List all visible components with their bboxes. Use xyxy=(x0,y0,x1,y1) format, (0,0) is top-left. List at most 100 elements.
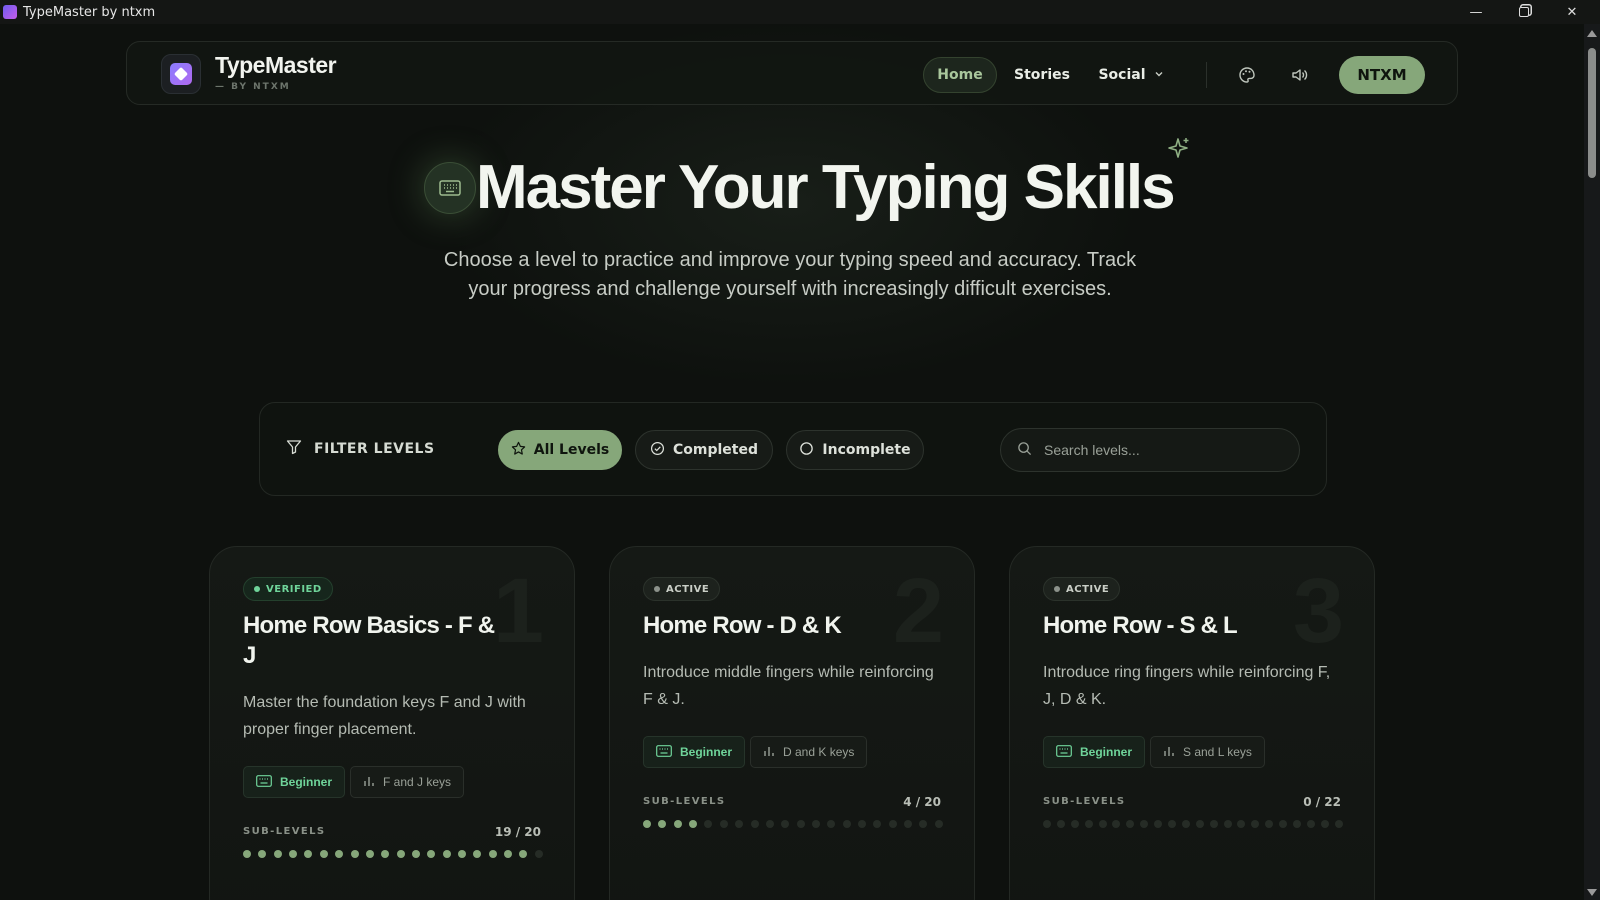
sub-level-dot xyxy=(673,820,682,828)
sub-level-dot xyxy=(811,820,820,828)
filter-all-levels[interactable]: All Levels xyxy=(498,430,622,470)
circle-icon xyxy=(799,441,814,460)
status-badge-label: ACTIVE xyxy=(666,583,710,595)
sub-levels-count: 19 / 20 xyxy=(494,825,541,839)
difficulty-tag: Beginner xyxy=(243,766,346,798)
volume-icon[interactable] xyxy=(1284,60,1314,90)
sub-level-dot xyxy=(1070,820,1079,828)
level-description: Introduce middle fingers while reinforci… xyxy=(643,664,934,708)
sub-level-dot xyxy=(858,820,867,828)
sub-level-dot xyxy=(1168,820,1177,828)
sub-level-progress xyxy=(643,820,943,828)
filter-incomplete[interactable]: Incomplete xyxy=(786,430,924,470)
bar-chart-icon xyxy=(363,775,375,790)
nav-social-label: Social xyxy=(1098,67,1146,83)
difficulty-tag: Beginner xyxy=(1043,736,1146,768)
keyboard-icon xyxy=(256,774,272,790)
sub-level-dot xyxy=(873,820,882,828)
difficulty-label: Beginner xyxy=(680,745,733,759)
sub-level-dot xyxy=(1320,820,1329,828)
search-box[interactable] xyxy=(1000,428,1300,472)
sub-level-dot xyxy=(473,850,482,858)
level-card-1[interactable]: 1 VERIFIED Home Row Basics - F & J Maste… xyxy=(209,546,575,900)
keys-tag: F and J keys xyxy=(350,766,465,798)
sub-level-dot xyxy=(396,850,405,858)
sub-level-dot xyxy=(719,820,728,828)
filter-icon xyxy=(286,439,302,459)
window-titlebar: TypeMaster by ntxm — ✕ xyxy=(0,0,1600,24)
sub-level-dot xyxy=(304,850,313,858)
filter-completed[interactable]: Completed xyxy=(635,430,773,470)
status-badge-label: ACTIVE xyxy=(1066,583,1110,595)
sub-level-dot xyxy=(365,850,374,858)
nav-home[interactable]: Home xyxy=(923,57,997,93)
level-card-2[interactable]: 2 ACTIVE Home Row - D & K Introduce midd… xyxy=(609,546,975,900)
keys-label: S and L keys xyxy=(1183,745,1252,759)
filter-all-levels-label: All Levels xyxy=(533,442,610,458)
chevron-down-icon xyxy=(1154,69,1164,82)
navbar: TypeMaster — BY NTXM Home Stories Social… xyxy=(126,41,1458,105)
level-description: Introduce ring fingers while reinforcing… xyxy=(1043,664,1331,708)
maximize-button[interactable] xyxy=(1500,0,1548,24)
keyboard-icon xyxy=(424,162,476,214)
difficulty-tag: Beginner xyxy=(643,736,746,768)
filter-incomplete-label: Incomplete xyxy=(822,442,911,458)
page-title: Master Your Typing Skills xyxy=(476,153,1176,222)
sub-level-dot xyxy=(1140,820,1149,828)
sub-level-dot xyxy=(1334,820,1343,828)
filter-bar: FILTER LEVELS All Levels Completed Incom… xyxy=(259,402,1327,496)
keys-tag: D and K keys xyxy=(750,736,868,768)
level-card-3[interactable]: 3 ACTIVE Home Row - S & L Introduce ring… xyxy=(1009,546,1375,900)
sub-level-dot xyxy=(504,850,513,858)
sub-level-dot xyxy=(1279,820,1288,828)
sub-level-dot xyxy=(1154,820,1163,828)
sub-level-progress xyxy=(1043,820,1343,828)
sub-level-dot xyxy=(1293,820,1302,828)
scrollbar-thumb[interactable] xyxy=(1588,48,1596,178)
sub-level-dot xyxy=(842,820,851,828)
logo-icon[interactable] xyxy=(161,54,201,94)
close-button[interactable]: ✕ xyxy=(1548,0,1596,24)
sub-levels-count: 4 / 20 xyxy=(903,795,941,809)
sub-level-dot xyxy=(335,850,344,858)
keyboard-icon xyxy=(656,744,672,760)
sub-level-dot xyxy=(1056,820,1065,828)
sub-level-dot xyxy=(1209,820,1218,828)
sub-level-dot xyxy=(411,850,420,858)
sub-level-dot xyxy=(689,820,698,828)
sub-level-dot xyxy=(243,850,251,858)
sub-levels-label: SUB-LEVELS xyxy=(243,826,326,837)
sub-level-dot xyxy=(319,850,328,858)
level-title: Home Row - S & L xyxy=(1043,612,1238,639)
sub-level-dot xyxy=(904,820,913,828)
sub-level-dot xyxy=(796,820,805,828)
window-title: TypeMaster by ntxm xyxy=(23,4,156,20)
check-circle-icon xyxy=(650,441,665,460)
nav-social[interactable]: Social xyxy=(1091,57,1171,93)
sub-level-dot xyxy=(1237,820,1246,828)
nav-divider xyxy=(1206,62,1207,88)
status-badge-label: VERIFIED xyxy=(266,583,322,595)
sub-level-dot xyxy=(1181,820,1190,828)
brand-name[interactable]: TypeMaster xyxy=(215,52,337,79)
difficulty-label: Beginner xyxy=(280,775,333,789)
palette-icon[interactable] xyxy=(1232,60,1262,90)
search-input[interactable] xyxy=(1044,442,1284,458)
sub-level-dot xyxy=(258,850,267,858)
page-viewport: TypeMaster — BY NTXM Home Stories Social… xyxy=(0,24,1584,900)
sub-levels-count: 0 / 22 xyxy=(1303,795,1341,809)
sub-level-dot xyxy=(1043,820,1051,828)
level-title: Home Row Basics - F & J xyxy=(243,612,495,669)
sub-level-dot xyxy=(781,820,790,828)
sub-level-dot xyxy=(488,850,497,858)
minimize-button[interactable]: — xyxy=(1452,0,1500,24)
sub-level-dot xyxy=(1195,820,1204,828)
sparkle-icon xyxy=(1166,136,1192,166)
vertical-scrollbar[interactable] xyxy=(1584,24,1600,900)
nav-stories[interactable]: Stories xyxy=(1009,57,1075,93)
sub-level-dot xyxy=(658,820,667,828)
scroll-up-arrow[interactable] xyxy=(1587,30,1597,37)
scroll-down-arrow[interactable] xyxy=(1587,889,1597,896)
bar-chart-icon xyxy=(763,745,775,760)
user-profile-button[interactable]: NTXM xyxy=(1339,56,1425,94)
